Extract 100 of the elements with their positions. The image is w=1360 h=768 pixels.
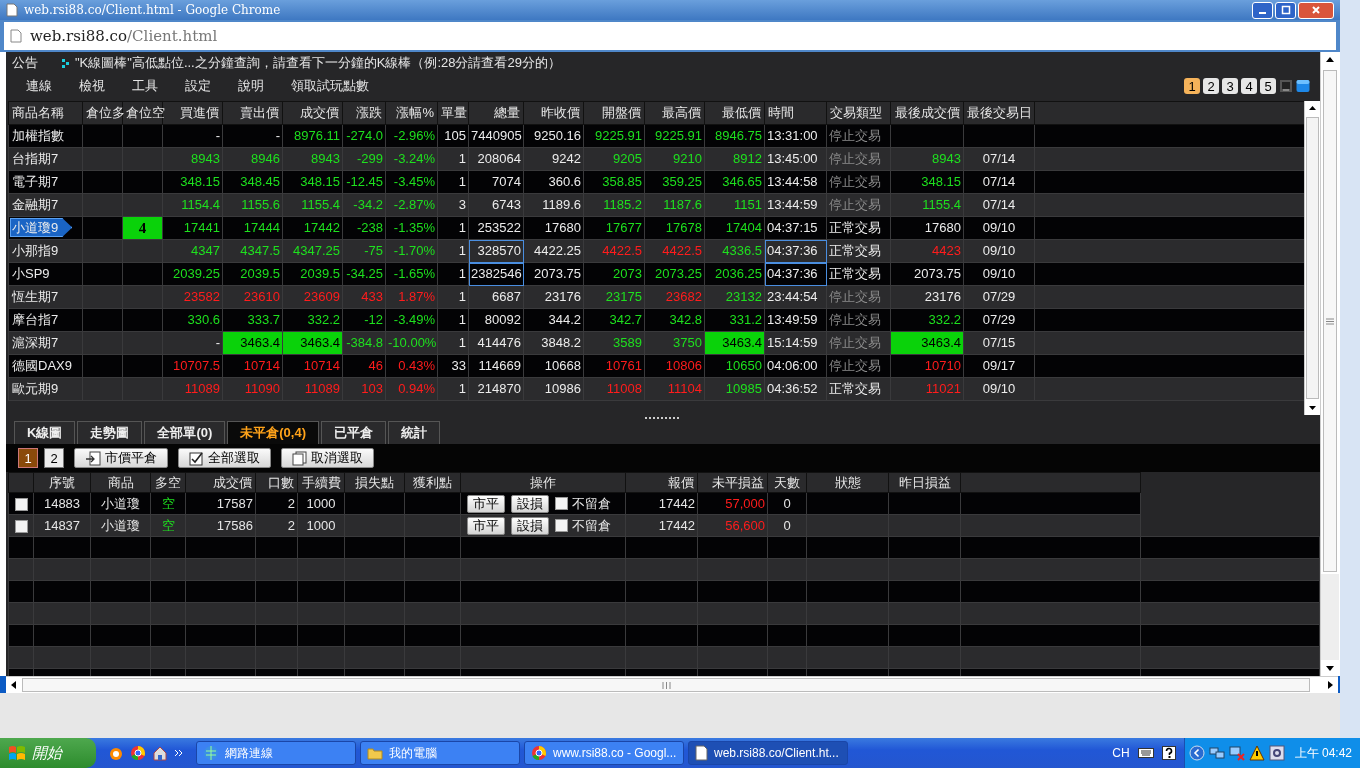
close-position-button[interactable]: 市平 xyxy=(467,516,505,535)
column-header[interactable]: 最低價 xyxy=(704,101,765,125)
menu-item[interactable]: 工具 xyxy=(132,77,158,95)
column-header[interactable]: 賣出價 xyxy=(222,101,283,125)
table-cell: 1189.6 xyxy=(523,193,584,217)
close-position-button[interactable]: 市平 xyxy=(467,494,505,513)
language-indicator[interactable]: CH xyxy=(1112,746,1130,760)
column-header[interactable]: 單量 xyxy=(437,101,469,125)
tab[interactable]: 全部單(0) xyxy=(144,421,226,444)
column-header[interactable]: 最高價 xyxy=(644,101,705,125)
column-header[interactable]: 倉位多 xyxy=(82,101,123,125)
column-header[interactable]: 狀態 xyxy=(806,472,889,493)
close-button[interactable] xyxy=(1298,1,1334,19)
column-header[interactable]: 手續費 xyxy=(297,472,345,493)
stop-loss-button[interactable]: 設損 xyxy=(511,494,549,513)
network-icon[interactable] xyxy=(1208,745,1225,761)
column-header[interactable]: 最後成交價 xyxy=(890,101,964,125)
start-button[interactable]: 開始 xyxy=(0,738,96,768)
table-cell: 09/17 xyxy=(963,354,1035,378)
tab[interactable]: 統計 xyxy=(388,421,440,444)
product-name[interactable]: 小道瓊9 xyxy=(10,218,73,237)
menu-item[interactable]: 檢視 xyxy=(79,77,105,95)
keyboard-icon[interactable] xyxy=(1137,747,1154,759)
column-header[interactable]: 損失點 xyxy=(344,472,405,493)
monitor-icon[interactable] xyxy=(1279,79,1293,93)
column-header[interactable]: 序號 xyxy=(33,472,91,493)
layout-button[interactable]: 2 xyxy=(1203,78,1219,94)
table-cell: -238 xyxy=(342,216,386,240)
column-header[interactable]: 天數 xyxy=(767,472,807,493)
taskbar-button[interactable]: 我的電腦 xyxy=(360,741,520,765)
table-cell: 1185.2 xyxy=(583,193,645,217)
action-button[interactable]: 市價平倉 xyxy=(74,448,168,468)
column-header[interactable]: 昨日損益 xyxy=(888,472,961,493)
tab[interactable]: 已平倉 xyxy=(321,421,386,444)
stop-loss-button[interactable]: 設損 xyxy=(511,516,549,535)
menu-item[interactable]: 設定 xyxy=(185,77,211,95)
layout-button[interactable]: 4 xyxy=(1241,78,1257,94)
address-field[interactable]: web.rsi88.co/Client.html xyxy=(4,22,1336,50)
column-header[interactable]: 漲幅% xyxy=(385,101,438,125)
tab[interactable]: 走勢圖 xyxy=(77,421,143,444)
house-icon[interactable] xyxy=(152,745,168,761)
column-header[interactable]: 成交價 xyxy=(185,472,256,493)
collapse-icon[interactable] xyxy=(1188,745,1205,761)
column-header[interactable]: 操作 xyxy=(460,472,626,493)
column-header[interactable]: 成交價 xyxy=(282,101,343,125)
column-header[interactable]: 交易類型 xyxy=(826,101,891,125)
checkbox[interactable] xyxy=(555,497,568,510)
table-cell: -10.00% xyxy=(385,331,438,355)
table-cell: 13:45:00 xyxy=(764,147,827,171)
checkbox[interactable] xyxy=(555,519,568,532)
checkbox-label[interactable]: 不留倉 xyxy=(572,516,611,535)
column-header[interactable]: 開盤價 xyxy=(583,101,645,125)
grip-icon[interactable] xyxy=(1326,317,1334,325)
column-header[interactable]: 未平損益 xyxy=(697,472,768,493)
column-header[interactable]: 報價 xyxy=(625,472,698,493)
scrollbar[interactable] xyxy=(1320,52,1339,676)
column-header[interactable]: 最後交易日 xyxy=(963,101,1035,125)
taskbar-button[interactable]: www.rsi88.co - Googl... xyxy=(524,741,684,765)
layout-button[interactable]: 5 xyxy=(1260,78,1276,94)
browser-icon[interactable] xyxy=(130,745,146,761)
help-icon[interactable] xyxy=(1161,746,1176,760)
layout-button[interactable]: 3 xyxy=(1222,78,1238,94)
column-header[interactable]: 商品名稱 xyxy=(8,101,83,125)
row-checkbox[interactable] xyxy=(14,498,28,512)
menu-item[interactable]: 連線 xyxy=(26,77,52,95)
tab[interactable]: 未平倉(0,4) xyxy=(227,421,319,444)
page-button[interactable]: 2 xyxy=(44,448,64,468)
menu-item[interactable]: 說明 xyxy=(238,77,264,95)
grip-icon[interactable] xyxy=(661,681,671,689)
column-header[interactable]: 時間 xyxy=(764,101,827,125)
chevron-icon[interactable] xyxy=(174,748,184,758)
taskbar-button[interactable]: web.rsi88.co/Client.ht... xyxy=(688,741,848,765)
row-checkbox[interactable] xyxy=(14,520,28,534)
page-button[interactable]: 1 xyxy=(18,448,38,468)
table-cell: -12.45 xyxy=(342,170,386,194)
column-header[interactable]: 獲利點 xyxy=(404,472,461,493)
column-header[interactable]: 口數 xyxy=(255,472,298,493)
table-cell: -384.8 xyxy=(342,331,386,355)
taskbar-button[interactable]: 網路連線 xyxy=(196,741,356,765)
column-header[interactable]: 商品 xyxy=(90,472,151,493)
scrollbar[interactable] xyxy=(1304,101,1320,415)
warning-icon[interactable] xyxy=(1248,745,1265,761)
menu-item[interactable]: 領取試玩點數 xyxy=(291,77,369,95)
maximize-button[interactable] xyxy=(1275,1,1296,19)
table-cell: 10707.5 xyxy=(162,354,223,378)
window-icon[interactable] xyxy=(1296,79,1310,93)
splitter-handle[interactable] xyxy=(645,416,681,420)
scrollbar[interactable] xyxy=(6,676,1338,693)
checkbox-label[interactable]: 不留倉 xyxy=(572,494,611,513)
column-header[interactable]: 總量 xyxy=(468,101,524,125)
layout-button[interactable]: 1 xyxy=(1184,78,1200,94)
action-button[interactable]: 取消選取 xyxy=(281,448,374,468)
action-button[interactable]: 全部選取 xyxy=(178,448,271,468)
column-header[interactable]: 昨收價 xyxy=(523,101,584,125)
minimize-button[interactable] xyxy=(1252,1,1273,19)
tab[interactable]: K線圖 xyxy=(14,421,76,444)
column-header[interactable]: 漲跌 xyxy=(342,101,386,125)
table-cell: 23609 xyxy=(282,285,343,309)
gear-icon[interactable] xyxy=(1268,745,1285,761)
column-header[interactable]: 多空 xyxy=(150,472,186,493)
